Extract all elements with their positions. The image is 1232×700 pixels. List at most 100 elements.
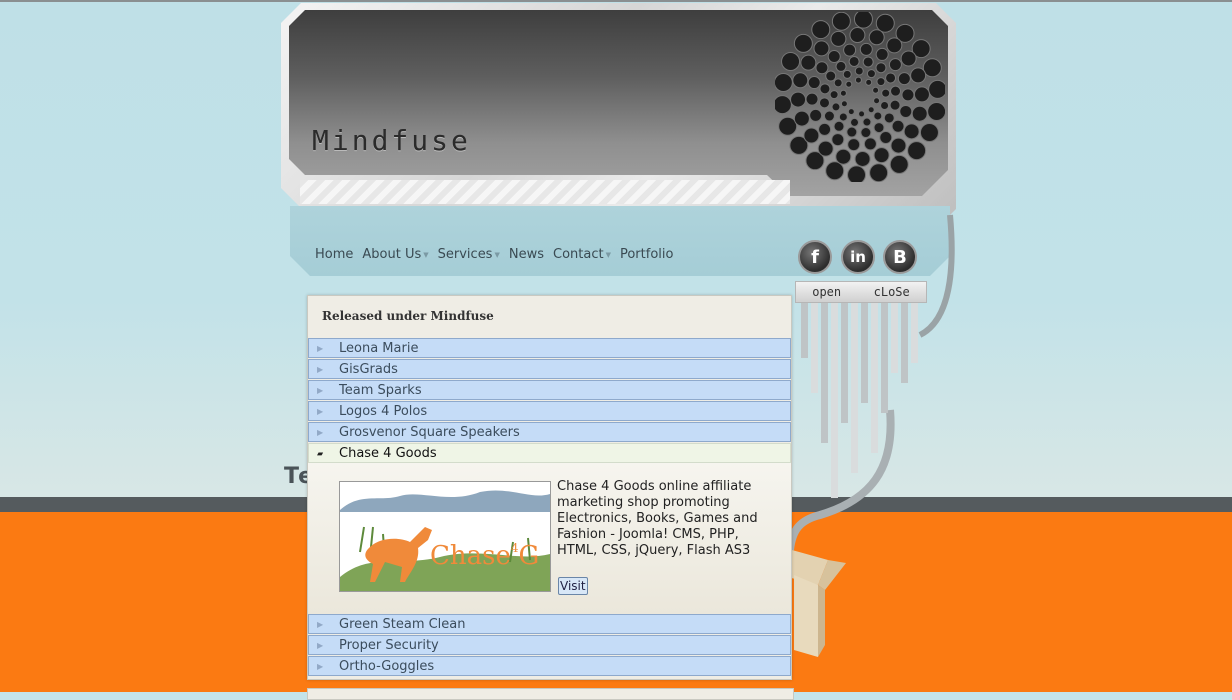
speaker-hole [881,88,891,98]
speaker-hole [853,12,873,29]
speaker-hole [875,47,889,61]
speaker-hole [866,69,876,79]
top-border [0,0,1232,2]
speaker-hole [818,97,830,109]
hanging-bar [821,303,828,443]
speaker-hole [865,78,873,86]
nav-label: About Us [362,247,422,262]
folder-icon: ▶ [317,661,324,671]
speaker-hole [922,58,942,78]
nav-news[interactable]: News [509,247,544,262]
speaker-hole [847,108,855,116]
speaker-hole [849,27,866,44]
accordion-item[interactable]: ▶ Team Sparks [308,380,791,400]
accordion-label: Grosvenor Square Speakers [339,424,520,440]
accordion-label: GisGrads [339,361,398,377]
speaker-hole [848,55,860,67]
speaker-hole [891,119,905,133]
accordion-item[interactable]: ▶ Logos 4 Polos [308,401,791,421]
speaker-hole [888,58,902,72]
accordion-item[interactable]: ▶ Ortho-Goggles [308,656,791,676]
speaker-hole [873,97,881,105]
speaker-hole [876,77,886,87]
speaker-hole [899,104,913,118]
speaker-hole [813,40,830,57]
speaker-hole [854,66,864,76]
hanging-bar [911,303,918,363]
accordion-item[interactable]: ▶ Grosvenor Square Speakers [308,422,791,442]
open-button[interactable]: open [812,285,841,299]
open-folder-icon: ▰ [317,448,324,458]
nav-home[interactable]: Home [315,247,353,262]
speaker-hole [867,106,875,114]
speaker-hole [889,154,909,174]
folder-icon: ▶ [317,619,324,629]
speaker-hole [868,29,885,46]
speaker-hole [873,111,883,121]
speaker-hole [835,148,852,165]
speaker-hole [778,116,798,136]
speaker-hole [803,127,820,144]
speaker-hole [790,91,807,108]
folder-icon: ▶ [317,385,324,395]
speaker-hole [883,112,895,124]
accordion-item-active[interactable]: ▰ Chase 4 Goods [308,443,791,463]
nav-services[interactable]: Services ▼ [438,247,500,262]
hanging-bar [811,303,818,393]
speaker-hole [875,13,895,33]
speaker-hole [831,133,845,147]
header-stripes [300,180,790,204]
caret-down-icon: ▼ [423,250,429,259]
speaker-hole [819,83,831,95]
folder-icon: ▶ [317,364,324,374]
speaker-hole [846,126,858,138]
folder-icon: ▶ [317,406,324,416]
speaker-hole [890,85,902,97]
hanging-bar [861,303,868,403]
accordion-label: Chase 4 Goods [339,445,437,461]
accordion-item[interactable]: ▶ Proper Security [308,635,791,655]
speaker-hole [815,61,829,75]
project-description: Chase 4 Goods online affiliate marketing… [557,479,758,558]
speaker-hole [843,43,857,57]
nav-label: Services [437,247,493,262]
accordion-item[interactable]: ▶ GisGrads [308,359,791,379]
site-logo[interactable]: Mindfuse [312,124,471,157]
speaker-hole [838,112,848,122]
dog-thumbnail-image: Chase4G [340,482,550,591]
speaker-hole [913,86,930,103]
speaker-hole [885,72,897,84]
hanging-bar [871,303,878,453]
cardboard-box-decoration [780,550,846,657]
speaker-hole [823,110,835,122]
speaker-hole [840,100,848,108]
project-thumbnail[interactable]: Chase4G [339,481,551,592]
speaker-hole [833,78,843,88]
accordion-item[interactable]: ▶ Leona Marie [308,338,791,358]
next-panel-edge [307,688,794,700]
nav-portfolio[interactable]: Portfolio [620,247,673,262]
speaker-hole [845,80,853,88]
speaker-hole [825,70,837,82]
folder-icon: ▶ [317,427,324,437]
hanging-bar [831,303,838,498]
visit-button[interactable]: Visit [558,577,588,595]
speaker-hole [805,92,819,106]
speaker-hole [827,50,841,64]
nav-label: Portfolio [619,247,674,262]
accordion-item[interactable]: ▶ Green Steam Clean [308,614,791,634]
speaker-hole [875,62,887,74]
folder-icon: ▶ [317,640,324,650]
speaker-hole [901,88,915,102]
nav-contact[interactable]: Contact ▼ [553,247,611,262]
speaker-hole [835,60,847,72]
speaker-hole [792,72,809,89]
nav-label: News [508,247,544,262]
nav-about-us[interactable]: About Us ▼ [362,247,428,262]
close-button[interactable]: cLoSe [874,285,910,299]
accordion-label: Ortho-Goggles [339,658,435,674]
speaker-hole [781,51,801,71]
speaker-hole [775,72,793,92]
hanging-bar [901,303,908,383]
accordion-label: Logos 4 Polos [339,403,428,419]
